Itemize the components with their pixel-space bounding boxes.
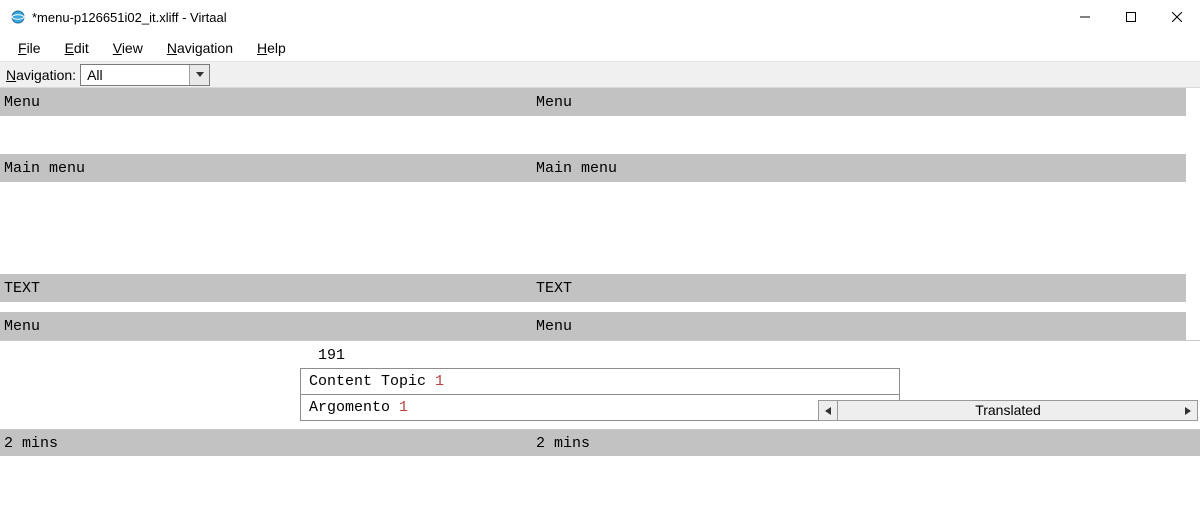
segment-target: 2 mins [532,435,594,452]
segment-source: Menu [0,318,532,335]
active-segment-editor: 191 Content Topic 1 Argomento 1 Translat… [0,340,1200,430]
segment-source: 2 mins [0,435,532,452]
navigation-label: Navigation: [6,67,76,83]
segment-row[interactable]: MenuMenu [0,88,1200,116]
status-label[interactable]: Translated [838,400,1178,421]
segment-gap [0,116,1200,154]
segment-row[interactable]: MenuMenu [0,312,1200,340]
maximize-button[interactable] [1108,2,1154,32]
status-selector: Translated [818,400,1198,421]
status-prev-button[interactable] [818,400,838,421]
chevron-down-icon [189,65,209,85]
close-button[interactable] [1154,2,1200,32]
menubar: File Edit View Navigation Help [0,34,1200,62]
placeholder-token: 1 [399,399,408,416]
window-controls [1062,2,1200,32]
menu-file[interactable]: File [8,37,51,59]
minimize-button[interactable] [1062,2,1108,32]
segment-target: Menu [532,318,1200,335]
menu-help[interactable]: Help [247,37,296,59]
segment-id: 191 [318,347,900,364]
scrollbar-gutter[interactable] [1186,88,1200,340]
segment-row[interactable]: Main menuMain menu [0,154,1200,182]
segment-gap [0,182,1200,274]
placeholder-token: 1 [435,373,444,390]
segment-row[interactable]: TEXTTEXT [0,274,1200,302]
status-next-button[interactable] [1178,400,1198,421]
segment-list: MenuMenuMain menuMain menuTEXTTEXTMenuMe… [0,88,1200,340]
menu-navigation[interactable]: Navigation [157,37,243,59]
window-titlebar: *menu-p126651i02_it.xliff - Virtaal [0,0,1200,34]
menu-edit[interactable]: Edit [55,37,99,59]
target-text-input[interactable]: Argomento 1 [301,394,899,420]
segment-source: TEXT [0,280,532,297]
segment-row[interactable]: 2 mins 2 mins [0,430,1200,456]
menu-view[interactable]: View [103,37,153,59]
segment-text-box: Content Topic 1 Argomento 1 [300,368,900,421]
app-icon [10,9,26,25]
navigation-mode-combo[interactable]: All [80,64,210,86]
segment-gap [0,302,1200,312]
window-title: *menu-p126651i02_it.xliff - Virtaal [32,10,1062,25]
navigation-toolbar: Navigation: All [0,62,1200,88]
segment-target: Main menu [532,160,1200,177]
segment-source: Main menu [0,160,532,177]
source-text: Content Topic 1 [301,369,899,394]
navigation-mode-value: All [81,65,189,85]
segment-source: Menu [0,94,532,111]
segment-target: Menu [532,94,1200,111]
segment-target: TEXT [532,280,1200,297]
